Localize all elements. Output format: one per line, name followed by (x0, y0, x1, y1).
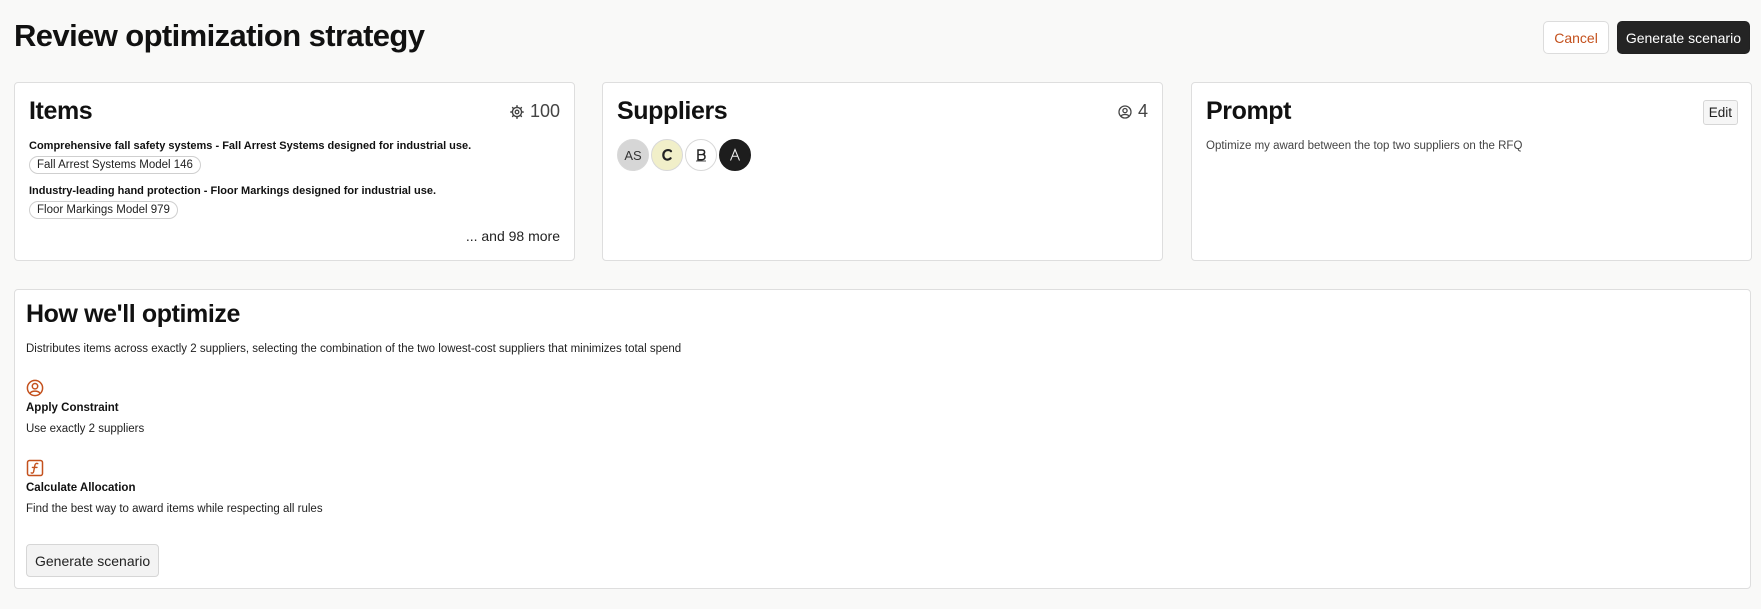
items-card: Items 100 Comprehensive fall safety syst… (14, 82, 575, 261)
b-logo-icon (685, 139, 717, 171)
suppliers-card: Suppliers 4 AS (602, 82, 1163, 261)
cancel-button[interactable]: Cancel (1543, 21, 1609, 54)
list-item: Comprehensive fall safety systems - Fall… (29, 140, 471, 174)
suppliers-count-value: 4 (1137, 101, 1148, 121)
avatar-initials: AS (624, 147, 642, 163)
step-description: Use exactly 2 suppliers (26, 423, 145, 435)
supplier-avatars: AS (617, 139, 751, 171)
items-card-title: Items (29, 97, 93, 125)
user-circle-icon (26, 379, 144, 397)
step-title: Apply Constraint (26, 402, 119, 414)
items-count-value: 100 (529, 101, 560, 121)
more-items-text: ... and 98 more (465, 228, 560, 244)
items-count: 100 (510, 101, 560, 122)
step-description: Find the best way to award items while r… (26, 503, 323, 515)
prompt-text: Optimize my award between the top two su… (1206, 140, 1523, 152)
page-title: Review optimization strategy (14, 18, 425, 53)
function-icon (26, 459, 323, 477)
edit-prompt-button[interactable]: Edit (1702, 100, 1738, 125)
optimize-title: How we'll optimize (26, 300, 241, 328)
step-apply-constraint: Apply Constraint Use exactly 2 suppliers (26, 379, 144, 435)
generate-scenario-button[interactable]: Generate scenario (1616, 21, 1750, 54)
step-title: Calculate Allocation (26, 482, 136, 494)
prompt-card: Prompt Edit Optimize my award between th… (1191, 82, 1752, 261)
list-item: Industry-leading hand protection - Floor… (29, 185, 436, 219)
gear-icon (510, 104, 524, 119)
a-logo-icon (719, 139, 751, 171)
item-title: Comprehensive fall safety systems - Fall… (29, 140, 472, 152)
item-tag: Fall Arrest Systems Model 146 (29, 156, 201, 174)
suppliers-card-title: Suppliers (617, 97, 728, 125)
item-tag: Floor Markings Model 979 (29, 201, 178, 219)
user-circle-icon (1118, 104, 1132, 119)
optimize-description: Distributes items across exactly 2 suppl… (26, 343, 682, 355)
suppliers-count: 4 (1118, 101, 1148, 122)
header-actions: Cancel Generate scenario (1543, 21, 1750, 54)
c-logo-icon (651, 139, 683, 171)
item-title: Industry-leading hand protection - Floor… (29, 185, 437, 197)
step-calculate-allocation: Calculate Allocation Find the best way t… (26, 459, 323, 515)
generate-scenario-secondary-button[interactable]: Generate scenario (26, 544, 160, 577)
review-page: Review optimization strategy Cancel Gene… (0, 0, 1761, 609)
avatar: AS (617, 139, 649, 171)
optimize-panel: How we'll optimize Distributes items acr… (14, 289, 1751, 589)
prompt-card-title: Prompt (1206, 97, 1292, 125)
